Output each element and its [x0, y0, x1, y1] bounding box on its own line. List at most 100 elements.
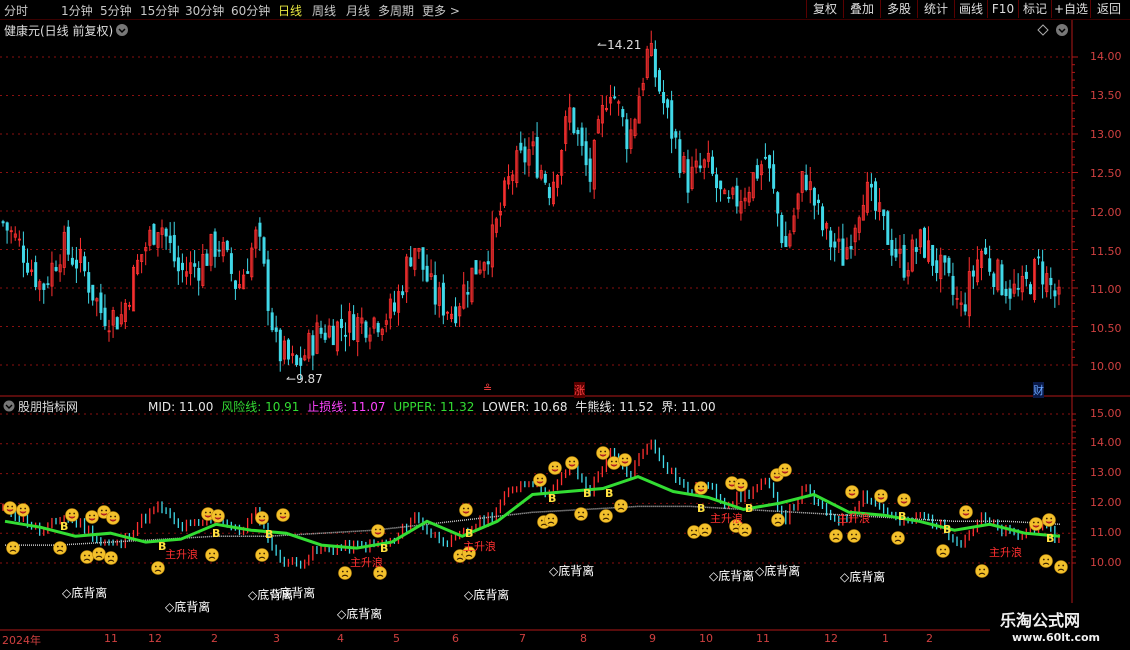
date-tick: 1: [882, 632, 889, 645]
candle-body: [83, 256, 87, 272]
face-circle: [829, 529, 843, 543]
face-eye: [341, 570, 344, 573]
face-eye: [540, 519, 543, 522]
face-eye: [374, 528, 377, 531]
candle: [160, 219, 164, 249]
face-eye: [832, 533, 835, 536]
face-eye: [93, 514, 96, 517]
candle: [1045, 266, 1049, 298]
candle-body: [735, 185, 739, 207]
face-mouth: [781, 471, 789, 474]
candle: [613, 86, 617, 100]
grid: [0, 56, 1072, 564]
chevron-down-icon[interactable]: [115, 23, 129, 37]
candle-body: [54, 267, 58, 271]
legend-stoploss: 止损线: 11.07: [307, 400, 386, 414]
menu-icon[interactable]: [1055, 23, 1069, 37]
candle: [800, 171, 804, 202]
legend-value: 10.91: [265, 400, 300, 414]
candle: [335, 320, 339, 356]
candle: [727, 190, 731, 203]
candle: [315, 314, 319, 355]
face-mouth: [1045, 521, 1053, 524]
face-eye: [19, 507, 22, 510]
legend-name: 界: [661, 400, 674, 414]
sad-face-icon: [92, 547, 106, 561]
date-tick: 7: [519, 632, 526, 645]
face-circle: [1054, 560, 1068, 574]
candle: [307, 329, 311, 362]
candle: [1016, 273, 1020, 297]
candle-body: [988, 258, 992, 272]
candle-body: [176, 257, 180, 272]
candle-body: [474, 260, 478, 275]
face-eye: [107, 555, 110, 558]
candle: [172, 221, 176, 268]
sad-face-icon: [205, 548, 219, 562]
candle: [629, 118, 633, 154]
face-circle: [255, 548, 269, 562]
diamond-icon[interactable]: [1037, 24, 1049, 36]
candle: [282, 335, 286, 365]
face-eye: [379, 528, 382, 531]
candle-body: [653, 48, 657, 78]
sad-face-icon: [80, 550, 94, 564]
candle-body: [274, 327, 278, 332]
price-tick: 13.50: [1090, 89, 1122, 102]
sad-face-icon: [891, 531, 905, 545]
price-tick: 11.00: [1090, 283, 1122, 296]
candle: [927, 226, 931, 264]
face-eye: [746, 527, 749, 530]
face-mouth: [214, 517, 222, 520]
rise-marker[interactable]: 涨: [574, 382, 585, 398]
candle: [201, 243, 205, 289]
candle-body: [91, 284, 95, 301]
face-eye: [109, 515, 112, 518]
candle-body: [103, 307, 107, 327]
candle-body: [776, 192, 780, 214]
face-eye: [690, 529, 693, 532]
face-eye: [467, 507, 470, 510]
candle: [959, 291, 963, 317]
divergence-label: ◇底背离: [840, 570, 886, 584]
candle-body: [225, 240, 229, 251]
candle: [812, 186, 816, 220]
candle-body: [727, 197, 731, 199]
candle-body: [971, 270, 975, 277]
happy-face-icon: [106, 511, 120, 525]
candle: [1041, 249, 1045, 299]
candle: [678, 130, 682, 178]
collapse-icon[interactable]: [3, 400, 15, 412]
candle: [478, 260, 482, 275]
candle: [376, 321, 380, 337]
candle: [861, 194, 865, 221]
divergence-label: ◇底背离: [165, 600, 211, 614]
candle: [625, 113, 629, 163]
face-mouth: [462, 511, 470, 514]
candle: [535, 122, 539, 180]
candle: [759, 160, 763, 190]
sad-face-icon: [1039, 554, 1053, 568]
legend-bullbear: 牛熊线: 11.52: [575, 400, 654, 414]
candle: [951, 262, 955, 306]
candle-body: [1000, 264, 1004, 296]
candle: [910, 234, 914, 273]
candle-body: [882, 209, 886, 217]
candle-body: [164, 228, 168, 237]
candle: [176, 245, 180, 285]
candle: [874, 177, 878, 220]
candle: [939, 247, 943, 293]
face-eye: [14, 545, 17, 548]
face-circle: [255, 511, 269, 525]
candle-body: [947, 257, 951, 274]
legend-lower: LOWER: 10.68: [482, 400, 568, 414]
candle: [111, 306, 115, 338]
candle: [662, 80, 666, 115]
candle: [551, 171, 555, 207]
legend-value: 11.32: [439, 400, 475, 414]
candle-body: [922, 227, 926, 258]
happy-face-icon: [959, 505, 973, 519]
event-marker[interactable]: ≗: [483, 382, 492, 395]
candle-body: [951, 275, 955, 295]
finance-marker[interactable]: 财: [1033, 382, 1044, 398]
